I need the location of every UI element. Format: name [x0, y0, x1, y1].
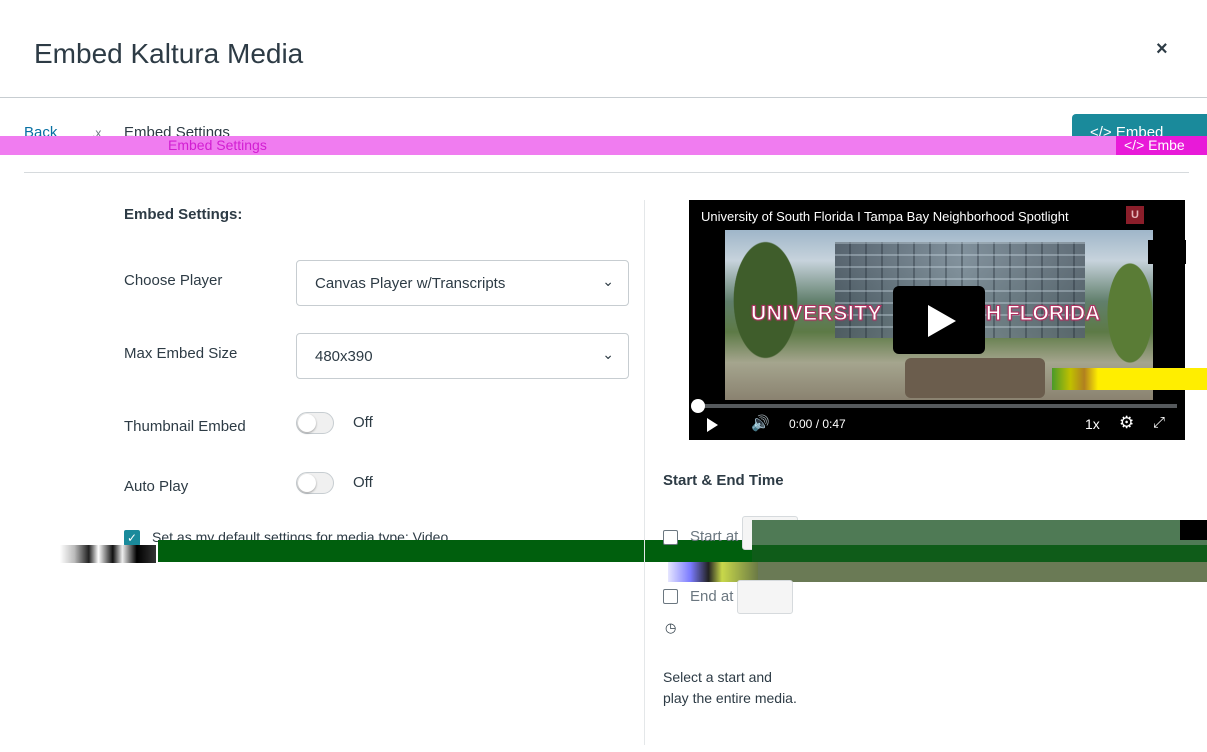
choose-player-select[interactable]: Canvas Player w/Transcripts ⌄	[296, 260, 629, 306]
gear-icon[interactable]: ⚙	[1119, 413, 1134, 433]
max-embed-size-select[interactable]: 480x390 ⌄	[296, 333, 629, 379]
glitch-block	[1180, 520, 1207, 540]
modal-header: Embed Kaltura Media ×	[0, 0, 1207, 98]
play-icon	[928, 305, 956, 337]
play-icon[interactable]	[707, 418, 718, 432]
thumbnail-embed-toggle[interactable]	[296, 412, 334, 434]
time-display: 0:00 / 0:47	[789, 417, 846, 431]
modal-title: Embed Kaltura Media	[34, 38, 304, 69]
toggle-knob	[298, 474, 316, 492]
time-range-help: Select a start and play the entire media…	[663, 667, 797, 709]
thumbnail-embed-state: Off	[353, 414, 373, 431]
fullscreen-icon[interactable]: ⤢	[1153, 414, 1165, 431]
start-end-time-heading: Start & End Time	[663, 472, 784, 489]
column-divider	[644, 200, 645, 745]
chevron-down-icon: ⌄	[602, 273, 614, 289]
volume-icon[interactable]: 🔊	[751, 414, 770, 432]
thumbnail-embed-label: Thumbnail Embed	[124, 418, 246, 435]
progress-bar[interactable]	[697, 404, 1177, 408]
embed-button-overlay[interactable]: </> Embe	[1116, 136, 1207, 155]
play-button[interactable]	[893, 286, 985, 354]
choose-player-label: Choose Player	[124, 272, 223, 289]
default-settings-checkbox[interactable]: ✓	[124, 530, 140, 546]
breadcrumb-overlay-text: Embed Settings	[168, 137, 267, 153]
video-title: University of South Florida I Tampa Bay …	[701, 209, 1069, 224]
choose-player-value: Canvas Player w/Transcripts	[315, 275, 506, 292]
auto-play-state: Off	[353, 474, 373, 491]
end-at-label: End at	[690, 588, 734, 605]
max-embed-size-value: 480x390	[315, 348, 373, 365]
glitch-block	[1148, 240, 1186, 264]
max-embed-size-label: Max Embed Size	[124, 345, 238, 362]
help-line-2: play the entire media.	[663, 690, 797, 706]
close-button[interactable]: ×	[1156, 38, 1168, 61]
chevron-down-icon: ⌄	[602, 346, 614, 362]
toolbar-divider	[24, 172, 1189, 173]
auto-play-toggle[interactable]	[296, 472, 334, 494]
video-player[interactable]: University of South Florida I Tampa Bay …	[689, 200, 1185, 440]
university-logo: U	[1126, 206, 1144, 224]
auto-play-label: Auto Play	[124, 478, 189, 495]
fountain-image	[905, 358, 1045, 398]
clock-icon: ◷	[665, 620, 677, 635]
toggle-knob	[298, 414, 316, 432]
progress-handle[interactable]	[691, 399, 705, 413]
start-at-checkbox[interactable]	[663, 530, 678, 545]
playback-speed[interactable]: 1x	[1085, 416, 1100, 432]
glitch-block	[752, 520, 1207, 582]
glitch-noise	[668, 562, 758, 582]
start-at-label: Start at	[690, 528, 739, 545]
banner-text-left: UNIVERSITY	[750, 302, 883, 326]
help-line-1: Select a start and	[663, 669, 772, 685]
glitch-noise	[60, 545, 156, 563]
banner-text-right: TH FLORIDA	[972, 302, 1101, 326]
end-at-checkbox[interactable]	[663, 589, 678, 604]
glitch-bar	[1052, 368, 1098, 390]
end-time-input[interactable]	[737, 580, 793, 614]
settings-heading: Embed Settings:	[124, 206, 243, 223]
